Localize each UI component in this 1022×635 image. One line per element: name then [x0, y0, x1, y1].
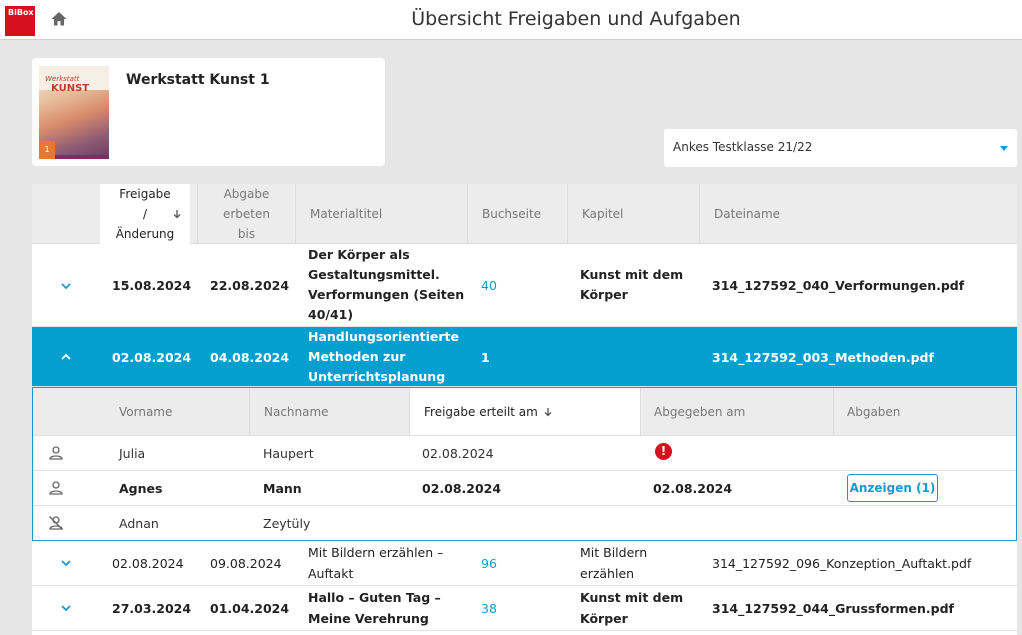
- column-header-freigabe[interactable]: Freigabe / Änderung: [100, 184, 190, 244]
- student-row: Julia Haupert 02.08.2024 !: [33, 435, 1016, 470]
- table-row[interactable]: 15.08.2024 22.08.2024 Der Körper als Ges…: [32, 244, 1017, 327]
- dateiname: 314_127592_044_Grussformen.pdf: [712, 601, 954, 616]
- header-text-line3: bis: [237, 227, 256, 241]
- column-header-abgaben[interactable]: Abgaben: [833, 388, 1016, 435]
- abgabe-date: 09.08.2024: [210, 556, 282, 571]
- abgabe-date: 01.04.2024: [210, 601, 290, 616]
- column-header-dateiname[interactable]: Dateiname: [699, 184, 1017, 244]
- cover-number: 1: [39, 141, 55, 159]
- kapitel: Mit Bildern erzählen: [580, 545, 648, 581]
- header-text: Freigabe: [119, 187, 171, 201]
- table-row-active[interactable]: 02.08.2024 04.08.2024 Handlungsorientier…: [32, 327, 1017, 387]
- header-text: Kapitel: [582, 207, 624, 221]
- class-select[interactable]: Ankes Testklasse 21/22: [664, 129, 1017, 167]
- column-header-abgabe[interactable]: Abgabe erbeten bis: [197, 184, 295, 244]
- header-text: Freigabe erteilt am: [424, 404, 538, 419]
- material-title: Hallo – Guten Tag – Meine Verehrung: [308, 590, 441, 626]
- student-vorname: Agnes: [119, 481, 163, 496]
- book-card: Werkstatt KUNST 1 Werkstatt Kunst 1: [32, 58, 385, 166]
- student-nachname: Haupert: [263, 446, 314, 461]
- header-text: Dateiname: [714, 207, 781, 221]
- student-abgegeben-date: 02.08.2024: [653, 481, 733, 496]
- freigabe-date: 02.08.2024: [112, 556, 184, 571]
- dateiname: 314_127592_003_Methoden.pdf: [712, 349, 934, 365]
- student-vorname: Adnan: [119, 516, 159, 531]
- header-text-line2: /: [143, 204, 181, 224]
- page-title: Übersicht Freigaben und Aufgaben: [411, 8, 741, 30]
- header-text: Materialtitel: [310, 207, 383, 221]
- students-header: Vorname Nachname Freigabe erteilt am Abg…: [33, 388, 1016, 435]
- person-icon: [49, 481, 63, 495]
- table-row[interactable]: 27.03.2024 01.04.2024 Hallo – Guten Tag …: [32, 586, 1017, 631]
- column-header-buchseite[interactable]: Buchseite: [467, 184, 567, 244]
- book-cover-image: Werkstatt KUNST 1: [39, 66, 109, 159]
- buchseite-link[interactable]: 96: [481, 541, 497, 586]
- cover-line2: KUNST: [51, 83, 90, 94]
- kapitel: Kunst mit dem Körper: [580, 267, 684, 302]
- column-header-abgegeben[interactable]: Abgegeben am: [640, 388, 833, 435]
- material-title: Handlungsorientierte Methoden zur Unterr…: [308, 329, 459, 384]
- abgabe-date: 22.08.2024: [210, 278, 290, 293]
- header-text: Abgabe: [223, 187, 270, 201]
- column-header-nachname[interactable]: Nachname: [249, 388, 409, 435]
- header-text-line2: erbeten: [222, 207, 270, 221]
- student-freigabe-date: 02.08.2024: [422, 481, 502, 496]
- column-header-freigabe-erteilt[interactable]: Freigabe erteilt am: [409, 388, 640, 435]
- header-text: Abgegeben am: [654, 404, 746, 419]
- table-row[interactable]: 02.08.2024 09.08.2024 Mit Bildern erzähl…: [32, 541, 1017, 586]
- student-vorname: Julia: [119, 446, 146, 461]
- kapitel: Kunst mit dem Körper: [580, 590, 684, 626]
- column-header-vorname[interactable]: Vorname: [119, 388, 249, 435]
- freigabe-date: 27.03.2024: [112, 601, 192, 616]
- header-text: Buchseite: [482, 207, 542, 221]
- book-title: Werkstatt Kunst 1: [126, 72, 270, 88]
- show-submissions-button[interactable]: Anzeigen (1): [847, 474, 938, 502]
- top-bar: BiBox Übersicht Freigaben und Aufgaben: [0, 0, 1022, 40]
- student-nachname: Zeytüly: [263, 516, 311, 531]
- student-nachname: Mann: [263, 481, 302, 496]
- class-select-value: Ankes Testklasse 21/22: [673, 140, 813, 154]
- chevron-down-icon[interactable]: [60, 602, 72, 614]
- chevron-down-icon: [1000, 146, 1008, 151]
- person-off-icon: [49, 516, 63, 530]
- material-title: Mit Bildern erzählen – Auftakt: [308, 545, 444, 581]
- person-icon: [49, 446, 63, 460]
- releases-table: Freigabe / Änderung Abgabe erbeten bis M…: [32, 184, 1017, 635]
- header-text: Nachname: [264, 404, 329, 419]
- column-header-materialtitel[interactable]: Materialtitel: [295, 184, 467, 244]
- column-header-kapitel[interactable]: Kapitel: [567, 184, 699, 244]
- freigabe-date: 02.08.2024: [112, 349, 192, 365]
- student-freigabe-date: 02.08.2024: [422, 446, 494, 461]
- freigabe-date: 15.08.2024: [112, 278, 192, 293]
- dateiname: 314_127592_040_Verformungen.pdf: [712, 278, 965, 293]
- header-text: Abgaben: [847, 404, 901, 419]
- chevron-down-icon[interactable]: [60, 557, 72, 569]
- buchseite-link[interactable]: 38: [481, 586, 497, 631]
- student-row: Adnan Zeytüly: [33, 505, 1016, 540]
- table-header: Freigabe / Änderung Abgabe erbeten bis M…: [32, 184, 1017, 244]
- student-row: Agnes Mann 02.08.2024 02.08.2024 Anzeige…: [33, 470, 1016, 505]
- material-title: Der Körper als Gestaltungsmittel. Verfor…: [308, 247, 465, 322]
- buchseite-link[interactable]: 40: [481, 244, 497, 327]
- warning-icon: !: [655, 443, 672, 460]
- header-text-line3: Änderung: [115, 227, 175, 241]
- buchseite-link[interactable]: 1: [481, 327, 490, 387]
- header-text: Vorname: [119, 404, 173, 419]
- abgabe-date: 04.08.2024: [210, 349, 290, 365]
- sort-arrow-down-icon: [173, 210, 181, 219]
- chevron-up-icon[interactable]: [60, 351, 72, 363]
- students-subtable: Vorname Nachname Freigabe erteilt am Abg…: [32, 387, 1017, 541]
- cover-line1: Werkstatt: [45, 75, 80, 83]
- sort-arrow-down-icon: [544, 407, 552, 416]
- dateiname: 314_127592_096_Konzeption_Auftakt.pdf: [712, 556, 972, 571]
- chevron-down-icon[interactable]: [60, 280, 72, 292]
